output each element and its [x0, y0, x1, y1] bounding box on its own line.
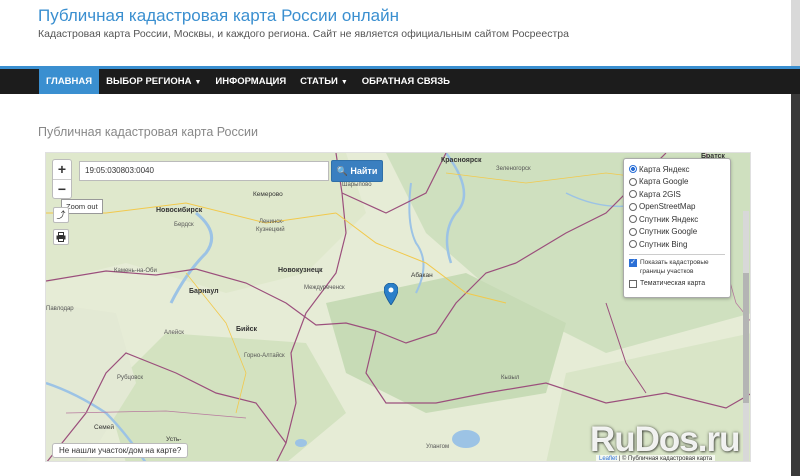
layer-label: Спутник Яндекс [639, 214, 699, 224]
chevron-down-icon: ▼ [340, 79, 348, 86]
city-label-novokuznetsk: Новокузнецк [278, 267, 323, 274]
city-label-ust: Усть- [166, 436, 182, 443]
map-marker-icon[interactable] [384, 283, 398, 305]
city-label-kuznetsky: Кузнецкий [256, 227, 285, 233]
city-label-gorno-altaysk: Горно-Алтайск [244, 353, 285, 359]
checkbox[interactable]: ✓ [629, 258, 637, 267]
search-button-label: Найти [350, 166, 378, 176]
main-navbar: Главная Выбор региона ▼ Информация Статьи… [0, 66, 800, 94]
city-label-barnaul: Барнаул [189, 288, 219, 295]
layer-option-bing-satellite[interactable]: Спутник Bing [629, 238, 725, 251]
search-button[interactable]: 🔍 Найти [331, 160, 383, 182]
radio-button[interactable] [629, 177, 637, 186]
layer-option-yandex-satellite[interactable]: Спутник Яндекс [629, 213, 725, 226]
layer-option-google-satellite[interactable]: Спутник Google [629, 226, 725, 239]
city-label-berdsk: Бердск [174, 222, 194, 228]
city-label-ulaangom: Улангом [426, 444, 450, 450]
layer-option-yandex-map[interactable]: Карта Яндекс [629, 163, 725, 176]
city-label-kamen: Камень-на-Оби [114, 268, 157, 274]
city-label-kyzyl: Кызыл [501, 375, 520, 381]
city-label-novosibirsk: Новосибирск [156, 207, 203, 214]
layer-label: Карта Яндекс [639, 164, 690, 174]
nav-item-home[interactable]: Главная [39, 69, 100, 94]
layer-label: OpenStreetMap [639, 202, 696, 212]
zoom-out-button[interactable]: − [53, 179, 71, 198]
layer-label: Карта 2GIS [639, 189, 681, 199]
radio-button[interactable] [629, 240, 637, 249]
thematic-map-toggle[interactable]: Тематическая карта [629, 279, 725, 288]
watermark-logo: RuDos.ru [590, 420, 740, 459]
city-label-semey: Семей [94, 424, 115, 431]
city-label-aleysk: Алейск [164, 330, 184, 336]
cadastral-map[interactable]: Красноярск Братск Кемерово Шарыпово Зеле… [45, 152, 751, 462]
print-button[interactable] [53, 229, 69, 245]
printer-icon [56, 232, 66, 242]
nav-item-feedback[interactable]: Обратная связь [355, 69, 457, 94]
layer-option-osm[interactable]: OpenStreetMap [629, 201, 725, 214]
city-label-mezhdurechensk: Междуреченск [304, 285, 345, 291]
radio-button[interactable] [629, 190, 637, 199]
layer-label: Спутник Google [639, 227, 698, 237]
city-label-zelenogorsk: Зеленогорск [496, 166, 531, 172]
page-scrollbar-dark [791, 66, 800, 476]
nav-item-label: Выбор региона [106, 76, 192, 87]
layer-option-google-map[interactable]: Карта Google [629, 176, 725, 189]
city-label-leninsk: Ленинск- [259, 219, 284, 225]
city-label-biysk: Бийск [236, 326, 258, 333]
nav-item-info[interactable]: Информация [208, 69, 293, 94]
layer-label: Спутник Bing [639, 239, 688, 249]
checkbox-label: Тематическая карта [640, 279, 706, 287]
layers-divider [629, 253, 725, 255]
section-title: Публичная кадастровая карта России [38, 125, 258, 139]
nav-item-label: Информация [215, 76, 287, 87]
search-icon: 🔍 [336, 166, 348, 176]
city-label-sharypovo: Шарыпово [342, 182, 372, 188]
nav-item-label: Обратная связь [361, 76, 450, 87]
map-scrollbar-thumb[interactable] [743, 273, 749, 403]
city-label-kemerovo: Кемерово [253, 191, 283, 198]
checkbox[interactable] [629, 279, 637, 288]
radio-button[interactable] [629, 227, 637, 236]
measure-tool-button[interactable]: ⤴ [53, 207, 69, 223]
ruler-icon: ⤴ [56, 210, 66, 220]
nav-item-label: Статьи [300, 76, 338, 87]
nav-item-articles[interactable]: Статьи ▼ [293, 69, 355, 94]
site-subtitle: Кадастровая карта России, Москвы, и кажд… [38, 28, 569, 40]
zoom-in-button[interactable]: + [53, 160, 71, 179]
chevron-down-icon: ▼ [194, 79, 202, 86]
city-label-krasnoyarsk: Красноярск [441, 157, 482, 164]
cadastral-borders-toggle[interactable]: ✓ Показать кадастровые границы участков [629, 258, 725, 276]
nav-item-region[interactable]: Выбор региона ▼ [99, 69, 208, 94]
layers-panel: Карта Яндекс Карта Google Карта 2GIS Ope… [623, 158, 731, 298]
layer-option-2gis-map[interactable]: Карта 2GIS [629, 188, 725, 201]
city-label-abakan: Абакан [411, 272, 433, 279]
zoom-control: + − [52, 159, 72, 199]
radio-button[interactable] [629, 202, 637, 211]
nav-item-label: Главная [46, 76, 93, 87]
layer-label: Карта Google [639, 177, 689, 187]
cadastral-search-input[interactable]: 19:05:030803:0040 [79, 161, 329, 181]
not-found-button[interactable]: Не нашли участок/дом на карте? [52, 443, 189, 458]
radio-button[interactable] [629, 215, 637, 224]
radio-button[interactable] [629, 165, 637, 174]
page-scrollbar-track[interactable] [791, 0, 800, 66]
checkbox-label: Показать кадастровые границы участков [640, 258, 709, 275]
city-label-pavlodar: Павлодар [46, 306, 74, 312]
city-label-rubtsovsk: Рубцовск [117, 375, 143, 381]
site-title[interactable]: Публичная кадастровая карта России онлай… [38, 6, 399, 26]
